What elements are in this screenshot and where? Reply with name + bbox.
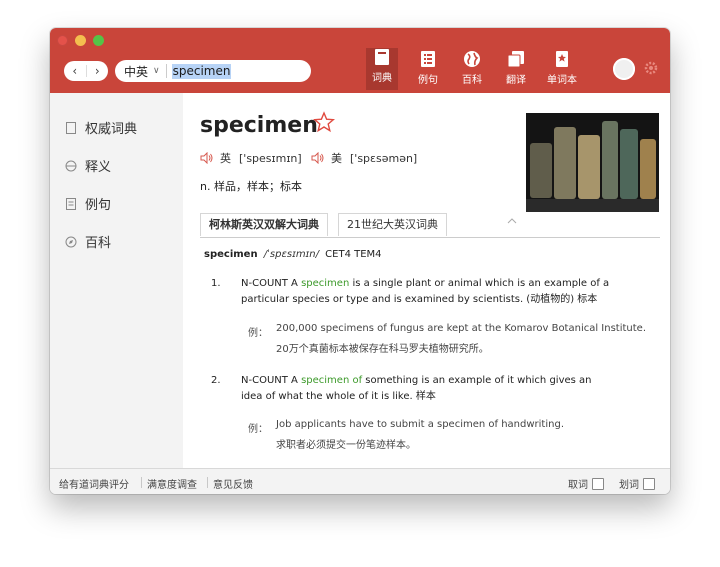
sense-highlight[interactable]: specimen	[301, 278, 349, 289]
status-divider	[141, 477, 142, 488]
level-tags: CET4 TEM4	[325, 249, 382, 260]
headword-phonetic: /ˈspɛsɪmɪn/	[263, 249, 319, 260]
rate-link[interactable]: 给有道词典评分	[59, 476, 129, 491]
sidebar: 权威词典 释义 例句 百科	[50, 93, 183, 468]
tab-examples[interactable]: 例句	[418, 50, 438, 90]
tab-label: 单词本	[547, 75, 577, 86]
tab-label: 词典	[372, 73, 392, 84]
search-input[interactable]: specimen	[171, 63, 232, 79]
globe-icon	[464, 51, 480, 67]
screen-capture-toggle[interactable]: 取词	[568, 476, 604, 491]
headword: specimen	[204, 249, 258, 260]
list-icon	[66, 197, 76, 210]
survey-link[interactable]: 满意度调查	[147, 476, 197, 491]
sidebar-item-examples[interactable]: 例句	[65, 194, 111, 213]
list-icon	[421, 51, 435, 67]
select-translate-toggle[interactable]: 划词	[619, 476, 655, 491]
close-window-button[interactable]	[57, 35, 68, 46]
example-chinese: 求职者必须提交一份笔迹样本。	[276, 440, 416, 451]
tab-label: 例句	[418, 75, 438, 86]
tab-translate[interactable]: 翻译	[506, 50, 526, 90]
forward-button[interactable]: ›	[87, 61, 109, 81]
select-translate-checkbox[interactable]	[643, 477, 655, 490]
us-label: 美	[331, 152, 342, 165]
uk-pronunciation: 英 ['spesɪmɪn]	[200, 150, 302, 166]
back-button[interactable]: ‹	[64, 61, 86, 81]
example-label: 例：	[248, 328, 268, 339]
status-bar: 给有道词典评分 满意度调查 意见反馈 取词 划词	[50, 468, 670, 494]
toolbar: ‹ › 中英 ∨ specimen 词典 例句 百科 翻译 单词本	[50, 28, 670, 93]
dictionary-tabs: 柯林斯英汉双解大词典 21世纪大英汉词典	[200, 213, 447, 237]
sense-definition: N-COUNT A specimen of something is an ex…	[241, 373, 611, 405]
sidebar-item-label: 例句	[85, 198, 112, 213]
sense-number: 2.	[211, 375, 221, 386]
uk-label: 英	[220, 152, 231, 165]
us-pronunciation: 美 ['spɛsəmən]	[311, 150, 417, 166]
sense-definition: N-COUNT A specimen is a single plant or …	[241, 276, 611, 308]
screen-capture-label: 取词	[568, 480, 588, 491]
status-divider	[207, 477, 208, 488]
tab-collins[interactable]: 柯林斯英汉双解大词典	[200, 213, 328, 236]
example-english: Job applicants have to submit a specimen…	[276, 419, 564, 430]
language-selector[interactable]: 中英	[115, 63, 148, 80]
tab-label: 百科	[462, 75, 482, 86]
entry-word: specimen	[200, 113, 318, 138]
sidebar-item-label: 权威词典	[85, 122, 138, 137]
copy-icon	[507, 51, 524, 68]
sense-prefix: N-COUNT A	[241, 278, 302, 289]
minimize-window-button[interactable]	[75, 35, 86, 46]
sense-highlight[interactable]: specimen of	[301, 375, 362, 386]
chevron-down-icon[interactable]: ∨	[153, 66, 160, 76]
sidebar-item-encyclopedia[interactable]: 百科	[65, 232, 111, 251]
zoom-window-button[interactable]	[93, 35, 104, 46]
sidebar-item-definitions[interactable]: 释义	[65, 156, 111, 175]
uk-phonetic: ['spesɪmɪn]	[239, 151, 302, 165]
sense-number: 1.	[211, 278, 221, 289]
chevron-left-icon: ‹	[72, 64, 78, 78]
select-translate-label: 划词	[619, 480, 639, 491]
search-divider	[165, 64, 167, 78]
tab-encyclopedia[interactable]: 百科	[462, 50, 482, 90]
sidebar-item-label: 百科	[85, 236, 112, 251]
tab-wordbook[interactable]: 单词本	[547, 50, 577, 90]
us-phonetic: ['spɛsəmən]	[350, 151, 418, 165]
nav-buttons: ‹ ›	[64, 61, 108, 81]
example-sentence: Job applicants have to submit a specimen…	[276, 414, 656, 456]
sense-prefix: N-COUNT A	[241, 375, 302, 386]
star-icon[interactable]	[313, 111, 335, 133]
tab-dictionary[interactable]: 词典	[366, 48, 398, 90]
specimen-photo	[526, 113, 659, 212]
avatar[interactable]	[613, 58, 635, 80]
main-panel: specimen 英 ['spesɪmɪn] 美 ['spɛsəmən] n. …	[183, 93, 670, 468]
example-chinese: 20万个真菌标本被保存在科马罗夫植物研究所。	[276, 344, 489, 355]
dictionary-icon	[375, 49, 389, 65]
bookmark-icon	[556, 51, 568, 67]
basic-gloss: n. 样品，样本；标本	[200, 180, 302, 193]
compass-icon	[65, 236, 77, 247]
feedback-link[interactable]: 意见反馈	[213, 476, 253, 491]
document-icon	[66, 121, 76, 134]
screen-capture-checkbox[interactable]	[592, 477, 604, 490]
example-english: 200,000 specimens of fungus are kept at …	[276, 323, 647, 334]
sidebar-item-authoritative[interactable]: 权威词典	[65, 118, 137, 137]
search-box[interactable]: 中英 ∨ specimen	[115, 60, 311, 82]
chevron-right-icon: ›	[94, 64, 100, 78]
sidebar-item-label: 释义	[85, 160, 112, 175]
app-window: ‹ › 中英 ∨ specimen 词典 例句 百科 翻译 单词本 权威词典 释…	[50, 28, 670, 494]
headword-line: specimen /ˈspɛsɪmɪn/ CET4 TEM4	[204, 249, 382, 260]
example-sentence: 200,000 specimens of fungus are kept at …	[276, 318, 656, 360]
globe-icon	[65, 160, 77, 171]
tab-21st-century[interactable]: 21世纪大英汉词典	[338, 213, 447, 236]
tab-label: 翻译	[506, 75, 526, 86]
gear-icon[interactable]	[644, 61, 658, 75]
speaker-icon[interactable]	[200, 152, 214, 164]
speaker-icon[interactable]	[311, 152, 325, 164]
example-label: 例：	[248, 424, 268, 435]
chevron-up-icon[interactable]	[507, 217, 517, 224]
divider	[200, 237, 660, 238]
